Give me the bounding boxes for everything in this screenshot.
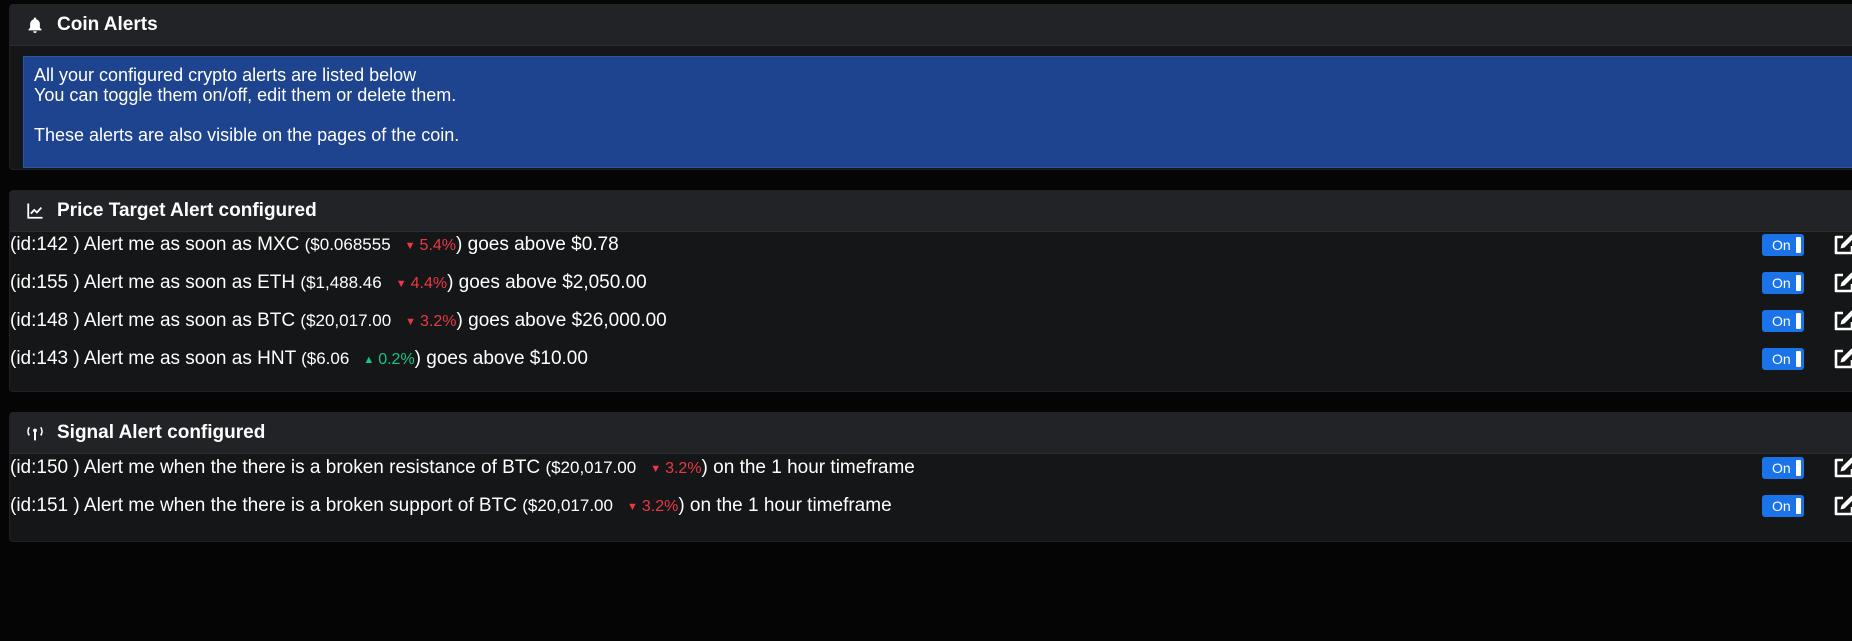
edit-icon[interactable] — [1831, 308, 1852, 334]
alert-toggle[interactable]: On — [1762, 347, 1804, 370]
edit-icon[interactable] — [1831, 455, 1852, 481]
alert-text: (id:143 ) Alert me as soon as HNT ($6.06… — [10, 348, 588, 370]
edit-icon[interactable] — [1831, 270, 1852, 296]
toggle-knob — [1796, 312, 1801, 329]
caret-down-icon: ▼ — [405, 315, 417, 328]
toggle-label: On — [1772, 274, 1791, 291]
alert-text: (id:150 ) Alert me when the there is a b… — [10, 457, 915, 479]
toggle-label: On — [1772, 350, 1791, 367]
alert-toggle[interactable]: On — [1762, 456, 1804, 479]
alert-suffix: ) goes above $0.78 — [456, 233, 619, 255]
coin-price: ($20,017.00 — [300, 310, 392, 330]
toggle-label: On — [1772, 312, 1791, 329]
toggle-knob — [1796, 459, 1801, 476]
alert-text: (id:142 ) Alert me as soon as MXC ($0.06… — [10, 234, 619, 256]
toggle-knob — [1796, 236, 1801, 253]
price-change: 3.2% — [420, 312, 457, 330]
alert-prefix: (id:151 ) Alert me when the there is a b… — [10, 494, 523, 516]
edit-icon[interactable] — [1831, 232, 1852, 258]
edit-icon[interactable] — [1831, 346, 1852, 372]
info-line: You can toggle them on/off, edit them or… — [34, 85, 457, 105]
alert-text: (id:151 ) Alert me when the there is a b… — [10, 495, 892, 517]
section-title: Price Target Alert configured — [57, 200, 317, 221]
alert-suffix: ) goes above $10.00 — [414, 347, 588, 369]
alert-suffix: ) on the 1 hour timeframe — [678, 494, 892, 516]
info-box: All your configured crypto alerts are li… — [23, 56, 1852, 168]
alert-suffix: ) goes above $2,050.00 — [447, 271, 647, 293]
info-line: These alerts are also visible on the pag… — [34, 125, 460, 145]
toggle-label: On — [1772, 497, 1791, 514]
coin-price: ($20,017.00 — [522, 495, 613, 515]
price-change: 4.4% — [410, 274, 448, 292]
alert-prefix: (id:142 ) Alert me as soon as MXC — [10, 233, 305, 255]
price-change: 0.2% — [378, 350, 415, 368]
coin-alerts-card: Coin Alerts All your configured crypto a… — [9, 4, 1852, 170]
price-change: 5.4% — [419, 236, 457, 254]
alert-text: (id:155 ) Alert me as soon as ETH ($1,48… — [10, 272, 647, 294]
alert-toggle[interactable]: On — [1762, 309, 1804, 332]
caret-down-icon: ▼ — [650, 462, 662, 475]
coin-price: ($1,488.46 — [300, 272, 382, 292]
price-change: 3.2% — [641, 497, 679, 515]
alert-row: (id:151 ) Alert me when the there is a b… — [10, 483, 1852, 528]
alert-text: (id:148 ) Alert me as soon as BTC ($20,0… — [10, 310, 667, 332]
toggle-knob — [1796, 497, 1801, 514]
alert-suffix: ) on the 1 hour timeframe — [701, 456, 915, 478]
caret-down-icon: ▼ — [395, 277, 407, 290]
alert-toggle[interactable]: On — [1762, 233, 1804, 256]
caret-down-icon: ▼ — [404, 239, 416, 252]
alert-prefix: (id:150 ) Alert me when the there is a b… — [10, 456, 546, 478]
alert-prefix: (id:148 ) Alert me as soon as BTC — [10, 309, 301, 331]
caret-up-icon: ▲ — [363, 353, 375, 366]
toggle-knob — [1796, 274, 1801, 291]
toggle-label: On — [1772, 236, 1791, 253]
price-change: 3.2% — [665, 459, 702, 477]
alert-toggle[interactable]: On — [1762, 494, 1804, 517]
alert-prefix: (id:143 ) Alert me as soon as HNT — [10, 347, 302, 369]
section-title: Signal Alert configured — [57, 422, 266, 443]
bell-icon — [24, 14, 46, 36]
edit-icon[interactable] — [1831, 493, 1852, 519]
coin-price: ($6.06 — [301, 348, 350, 368]
coin-alerts-header: Coin Alerts — [10, 5, 1852, 46]
toggle-label: On — [1772, 459, 1791, 476]
alert-prefix: (id:155 ) Alert me as soon as ETH — [10, 271, 301, 293]
page-title: Coin Alerts — [57, 14, 158, 35]
coin-price: ($0.068555 — [304, 234, 391, 254]
broadcast-icon — [24, 422, 46, 444]
alert-toggle[interactable]: On — [1762, 271, 1804, 294]
coin-price: ($20,017.00 — [545, 457, 637, 477]
alert-suffix: ) goes above $26,000.00 — [456, 309, 667, 331]
info-line: All your configured crypto alerts are li… — [34, 65, 417, 85]
line-chart-icon — [24, 200, 46, 222]
alert-row: (id:143 ) Alert me as soon as HNT ($6.06… — [10, 336, 1852, 381]
toggle-knob — [1796, 350, 1801, 367]
caret-down-icon: ▼ — [626, 500, 638, 513]
